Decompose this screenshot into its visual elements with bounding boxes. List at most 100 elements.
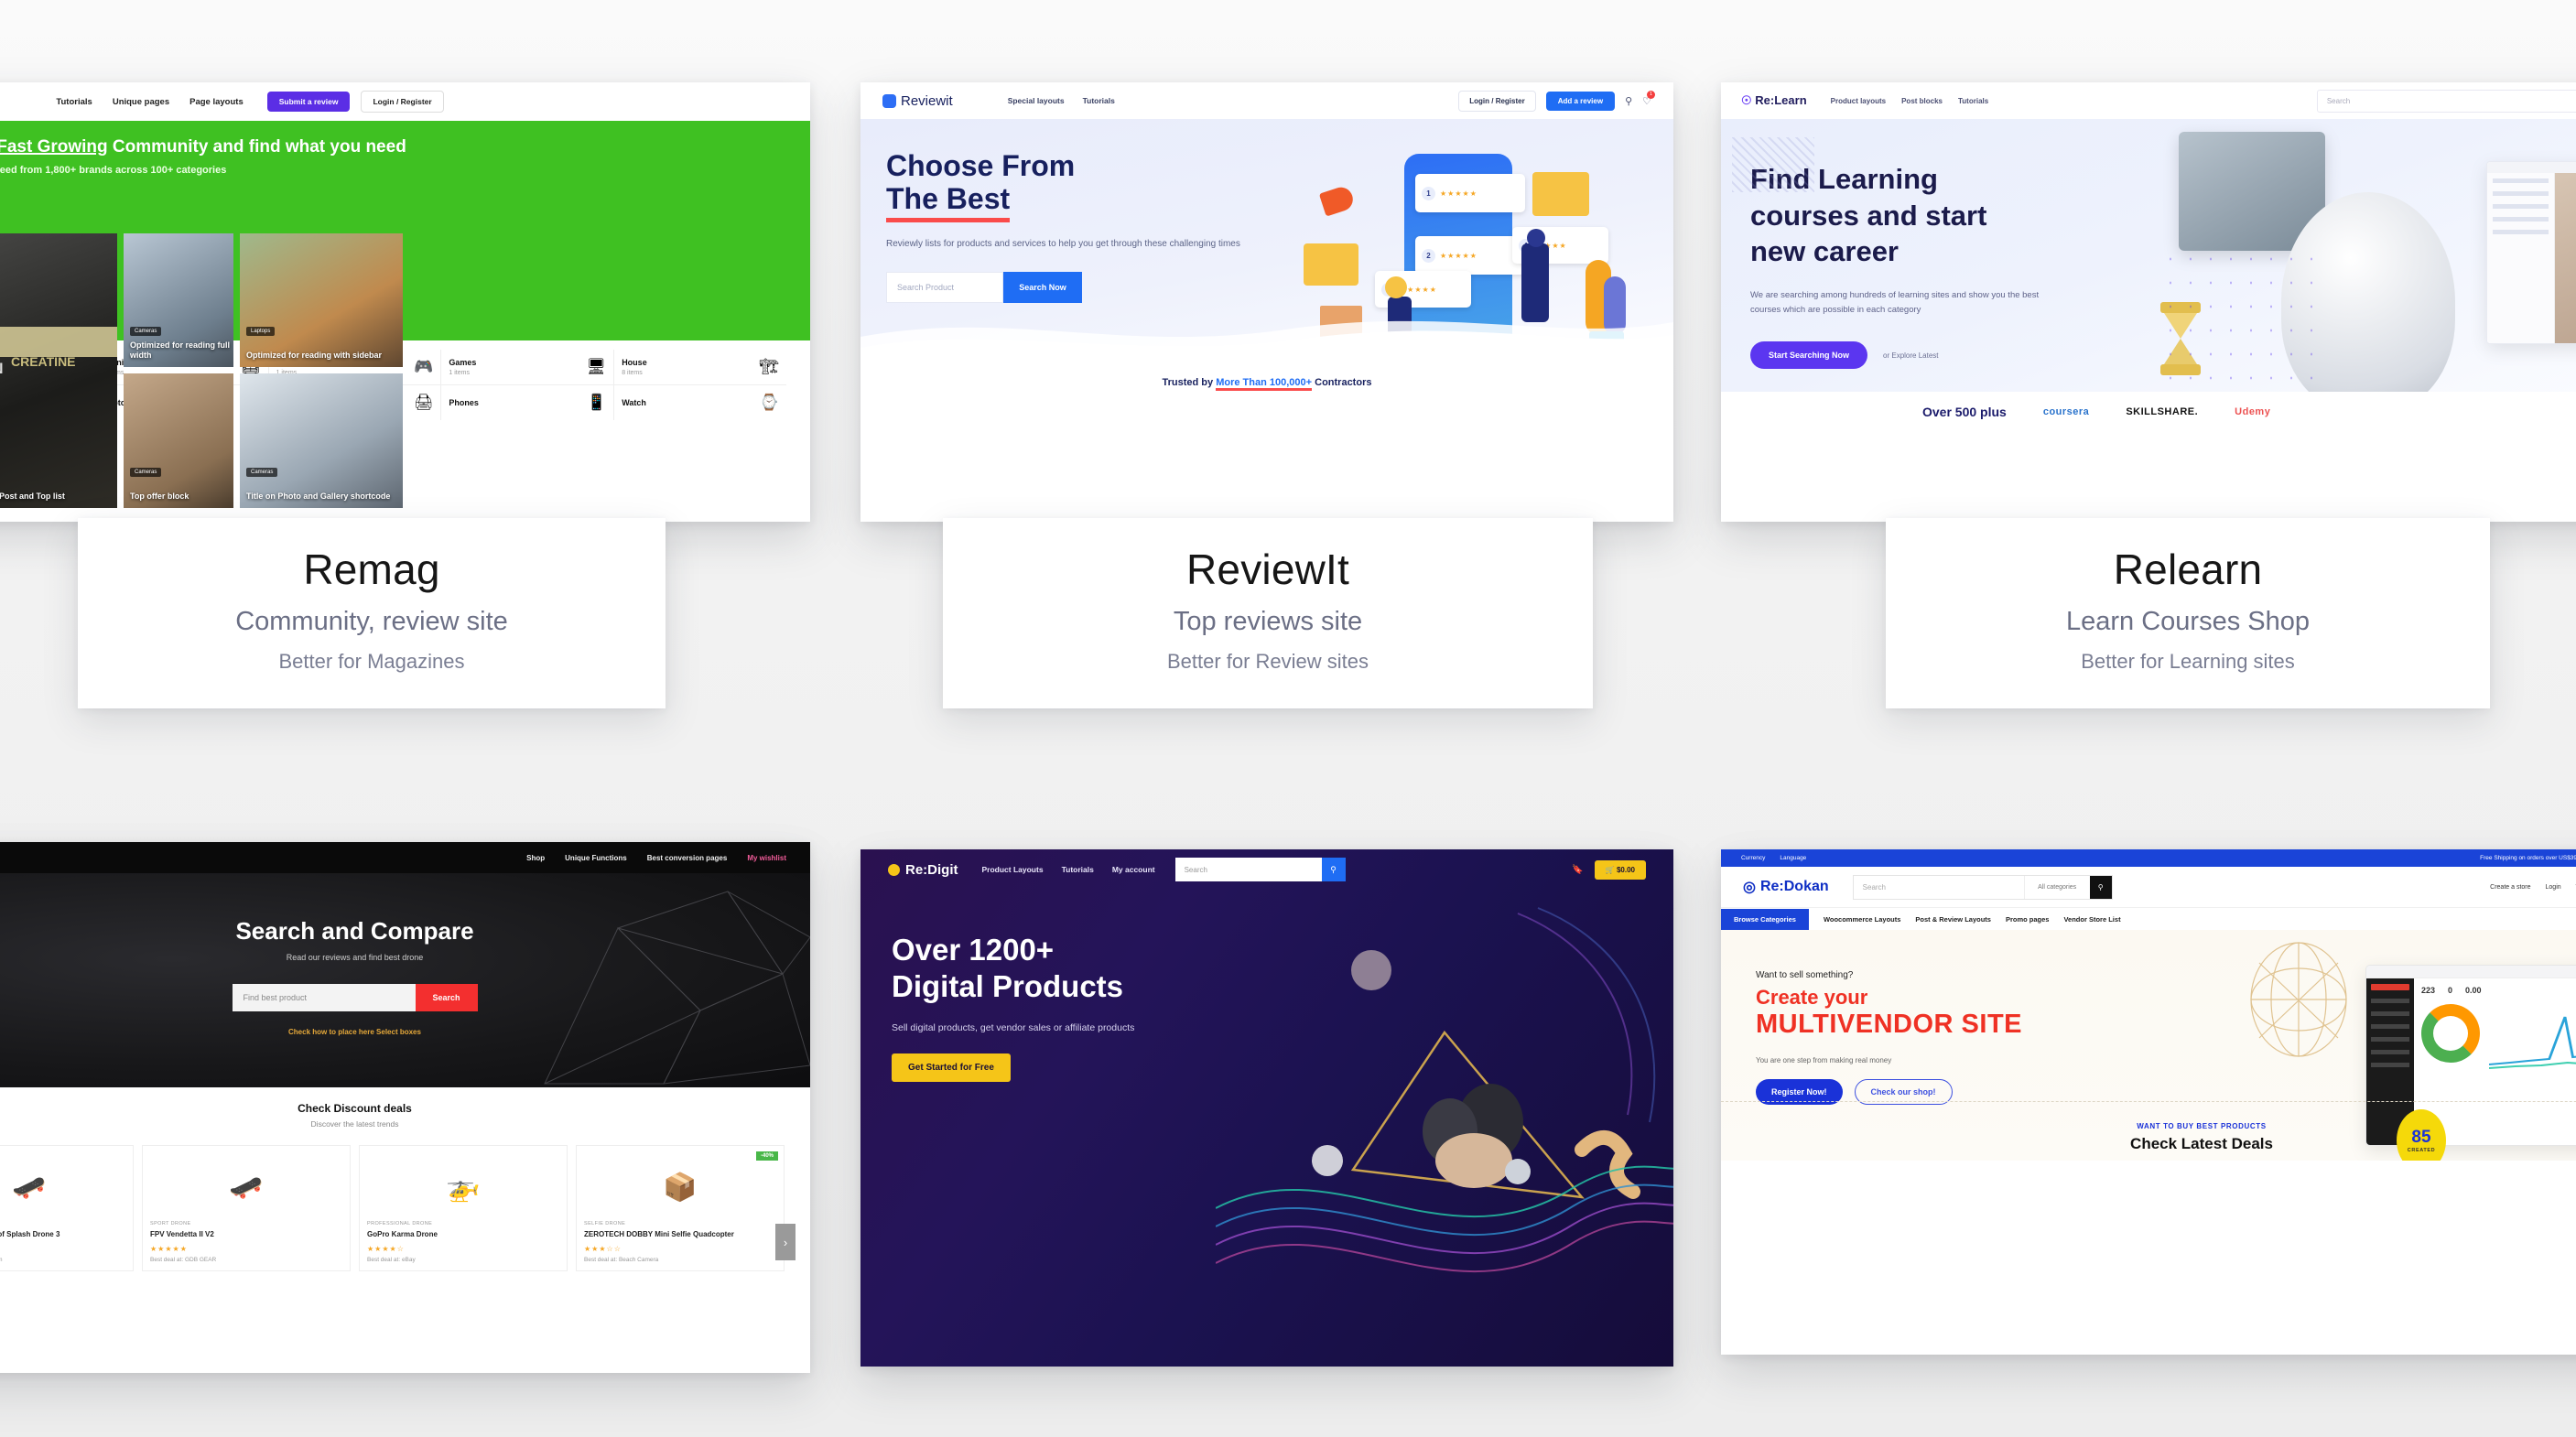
menu-item-promo-pages[interactable]: Promo pages [2006, 915, 2050, 924]
category-select[interactable]: All categories [2023, 875, 2090, 899]
login-link[interactable]: Login [2546, 884, 2561, 891]
theme-title: Remag [303, 546, 440, 593]
discount-badge: -40% [755, 1151, 778, 1161]
product-kind: Professional Drone [0, 1221, 125, 1226]
nav-item-unique-pages[interactable]: Unique pages [113, 97, 169, 107]
hero-tile-2[interactable]: Cameras Optimized for reading full width [124, 233, 233, 367]
hero-tile-2-tag: Cameras [130, 327, 162, 336]
get-started-button[interactable]: Get Started for Free [892, 1053, 1011, 1082]
theme-card-redigit[interactable]: Re:Digit Product Layouts Tutorials My ac… [860, 849, 1673, 1437]
redokan-menu: Browse Categories Woocommerce Layouts Po… [1721, 907, 2576, 930]
product-card[interactable]: 🚁 Professional Drone GoPro Karma Drone ★… [359, 1145, 568, 1271]
theme-subtitle: Top reviews site [1173, 606, 1363, 636]
theme-showcase-page: Re:Mag Tutorials Unique pages Page layou… [0, 0, 2576, 1437]
redigit-nav: Product Layouts Tutorials My account [982, 865, 1155, 874]
hero-tile-main[interactable]: PROTEIN LATE CREATINE Multiple Offers in… [0, 233, 117, 508]
theme-label-reviewit[interactable]: ReviewIt Top reviews site Better for Rev… [943, 518, 1593, 708]
redokan-search: Search All categories ⚲ [1852, 874, 2113, 900]
product-name: FPV Vendetta II V2 [150, 1230, 214, 1238]
nav-item-shop[interactable]: Shop [526, 854, 545, 862]
theme-card-relearn[interactable]: ☉ Re:Learn Product layouts Post blocks T… [1721, 82, 2576, 723]
theme-label-relearn[interactable]: Relearn Learn Courses Shop Better for Le… [1886, 518, 2490, 708]
hero-tile-4[interactable]: Cameras Top offer block [124, 373, 233, 508]
product-image: 🛹 [229, 1172, 264, 1203]
create-store-link[interactable]: Create a store [2490, 884, 2530, 891]
submit-review-button[interactable]: Submit a review [266, 92, 351, 112]
select-boxes-link[interactable]: Check how to place here Select boxes [288, 1028, 421, 1036]
explore-latest-link[interactable]: or Explore Latest [1883, 351, 1938, 360]
nav-item-tutorials[interactable]: Tutorials [56, 97, 92, 107]
menu-item-post-review-layouts[interactable]: Post & Review Layouts [1915, 915, 1991, 924]
remag-hero-heading-rest: Community and find what you need [107, 137, 406, 157]
nav-item-page-layouts[interactable]: Page layouts [189, 97, 244, 107]
language-selector[interactable]: Language [1780, 855, 1806, 861]
deal-kicker: WANT TO BUY BEST PRODUCTS [2137, 1122, 2267, 1130]
menu-item-woocommerce-layouts[interactable]: Woocommerce Layouts [1824, 915, 1900, 924]
site-preview-redigit: Re:Digit Product Layouts Tutorials My ac… [860, 849, 1673, 1367]
reviewit-hero: Choose From The Best Reviewly lists for … [860, 119, 1673, 364]
relearn-logo[interactable]: ☉ Re:Learn [1741, 93, 1807, 108]
browse-categories-button[interactable]: Browse Categories [1721, 908, 1809, 930]
product-deal: Best deal at: Beach Camera [584, 1256, 659, 1263]
theme-subtitle: Learn Courses Shop [2066, 606, 2310, 636]
deal-title: Check Latest Deals [2130, 1135, 2273, 1152]
product-kind: Professional Drone [367, 1221, 433, 1226]
add-review-button[interactable]: Add a review [1545, 91, 1616, 111]
theme-card-redokan[interactable]: Currency Language Free Shipping on order… [1721, 849, 2576, 1437]
shipping-notice: Free Shipping on orders over US$39.99 [2480, 855, 2576, 861]
search-button[interactable]: Search [415, 984, 478, 1011]
hero-tile-5[interactable]: Cameras Title on Photo and Gallery short… [240, 373, 403, 508]
product-card[interactable]: 🛹 Sport Drone FPV Vendetta II V2 ★★★★★ B… [142, 1145, 351, 1271]
nav-item-best-conversion-pages[interactable]: Best conversion pages [647, 854, 728, 862]
nav-item-post-blocks[interactable]: Post blocks [1901, 97, 1943, 105]
nav-item-tutorials[interactable]: Tutorials [1958, 97, 1988, 105]
theme-label-remag[interactable]: Remag Community, review site Better for … [78, 518, 666, 708]
reviewit-logo[interactable]: Reviewit [882, 93, 953, 109]
nav-item-unique-functions[interactable]: Unique Functions [565, 854, 627, 862]
brain-icon: ☉ [1741, 93, 1752, 107]
hero-tile-3[interactable]: Laptops Optimized for reading with sideb… [240, 233, 403, 367]
search-icon[interactable]: ⚲ [2089, 875, 2112, 899]
login-register-button[interactable]: Login / Register [361, 91, 444, 113]
bookmark-icon[interactable]: 🔖 [1572, 865, 1583, 875]
start-searching-button[interactable]: Start Searching Now [1750, 341, 1868, 370]
menu-item-vendor-store-list[interactable]: Vendor Store List [2063, 915, 2120, 924]
search-input[interactable]: Search [2316, 89, 2576, 113]
redokan-logo[interactable]: ◎ Re:Dokan [1743, 878, 1829, 896]
product-card[interactable]: -40% 📦 Selfie Drone ZEROTECH DOBBY Mini … [576, 1145, 785, 1271]
carousel-next-button[interactable]: › [775, 1224, 796, 1260]
cart-button[interactable]: 🛒 $0.00 [1594, 859, 1646, 880]
nav-item-my-wishlist[interactable]: My wishlist [747, 854, 786, 862]
search-icon[interactable]: ⚲ [1625, 95, 1632, 107]
nav-item-product-layouts[interactable]: Product Layouts [982, 865, 1044, 874]
redigit-logo[interactable]: Re:Digit [888, 862, 958, 878]
remag-hero-heading: Join our Fast Growing Community and find… [0, 137, 786, 157]
remag-header: Re:Mag Tutorials Unique pages Page layou… [0, 82, 810, 121]
nav-item-tutorials[interactable]: Tutorials [1062, 865, 1094, 874]
search-icon[interactable]: ⚲ [1321, 858, 1346, 881]
search-input[interactable]: Search [1174, 858, 1322, 881]
search-input[interactable]: Find best product [232, 984, 416, 1011]
dot-grid-decoration [2160, 247, 2316, 392]
search-input[interactable]: Search [1854, 876, 2024, 899]
product-card[interactable]: 🛹 Professional Drone Swellpro Waterproof… [0, 1145, 134, 1271]
theme-card-recompare[interactable]: Re:Compare Shop Unique Functions Best co… [0, 842, 810, 1437]
site-preview-redokan: Currency Language Free Shipping on order… [1721, 849, 2576, 1355]
dokan-dashboard-screenshot: 223 0 0.00 [2365, 965, 2576, 1146]
hero-line-2: The Best [886, 182, 1011, 222]
nav-item-special-layouts[interactable]: Special layouts [1008, 96, 1065, 105]
remag-hero: Join our Fast Growing Community and find… [0, 121, 810, 508]
currency-selector[interactable]: Currency [1741, 855, 1765, 861]
nav-item-my-account[interactable]: My account [1112, 865, 1155, 874]
theme-card-remag[interactable]: Re:Mag Tutorials Unique pages Page layou… [0, 82, 810, 723]
wishlist-icon[interactable]: ♡ 1 [1642, 90, 1655, 107]
relearn-brand-text: Re:Learn [1755, 93, 1807, 107]
recompare-hero: Search and Compare Read our reviews and … [0, 873, 810, 1087]
login-register-button[interactable]: Login / Register [1458, 90, 1536, 112]
redokan-header-actions: Create a store Login Wishlist 🛒 $0.00 [2490, 878, 2576, 897]
brand-logo-udemy: Udemy [2235, 406, 2271, 417]
recompare-product-list: ‹ 🛹 Professional Drone Swellpro Waterpro… [0, 1136, 810, 1271]
nav-item-product-layouts[interactable]: Product layouts [1831, 97, 1886, 105]
nav-item-tutorials[interactable]: Tutorials [1083, 96, 1115, 105]
theme-card-reviewit[interactable]: Reviewit Special layouts Tutorials Login… [860, 82, 1673, 723]
